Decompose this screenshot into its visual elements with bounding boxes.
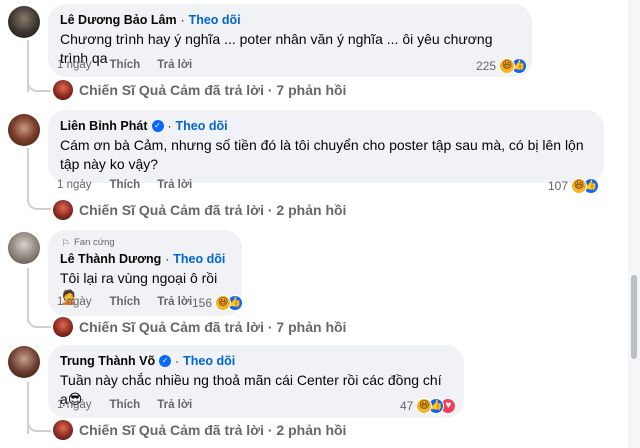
reaction-count: 47 [400,399,414,413]
commenter-name[interactable]: Liên Bỉnh Phát [60,118,148,134]
reaction-count: 225 [476,59,497,73]
view-replies-link[interactable]: Chiến Sĩ Quả Cảm đã trả lời · 7 phản hồi [79,318,346,336]
like-button[interactable]: Thích [110,59,141,71]
view-replies-link[interactable]: Chiến Sĩ Quả Cảm đã trả lời · 7 phản hồi [79,81,346,99]
haha-icon: 😆 [499,58,516,74]
separator-dot: · [175,354,180,368]
view-replies-link[interactable]: Chiến Sĩ Quả Cảm đã trả lời · 2 phản hồi [79,421,346,439]
verified-badge-icon: ✓ [151,120,164,132]
replier-avatar [53,317,73,337]
comment-time[interactable]: 1 ngày [57,179,92,191]
comment-actions: 1 ngày Thích Trả lời [57,296,192,308]
separator-dot: · [180,13,185,27]
view-replies-link[interactable]: Chiến Sĩ Quả Cảm đã trả lời · 2 phản hồi [79,201,346,219]
reply-button[interactable]: Trả lời [157,296,192,308]
commenter-name[interactable]: Lê Thành Dương [60,251,161,267]
reply-button[interactable]: Trả lời [157,399,192,411]
like-button[interactable]: Thích [110,179,141,191]
thread-connector-elbow [27,314,51,328]
thread-connector-elbow [27,418,51,432]
comment-time[interactable]: 1 ngày [57,59,92,71]
follow-button[interactable]: Theo dõi [183,353,235,369]
reaction-count: 156 [192,296,213,310]
separator-dot: · [167,119,172,133]
comment-time[interactable]: 1 ngày [57,399,92,411]
verified-badge-icon: ✓ [159,355,172,367]
comment-actions: 1 ngày Thích Trả lời [57,399,192,411]
haha-icon: 😆 [571,178,588,194]
follow-button[interactable]: Theo dõi [173,251,225,267]
thread-connector [27,148,29,200]
comment-actions: 1 ngày Thích Trả lời [57,179,192,191]
replier-avatar [53,200,73,220]
thread-connector-elbow [27,196,51,210]
like-button[interactable]: Thích [110,296,141,308]
reaction-summary[interactable]: 107 😆 👍 [548,178,600,194]
comment-time[interactable]: 1 ngày [57,296,92,308]
badge-label: Fan cứng [74,237,115,248]
avatar[interactable] [8,232,40,264]
avatar[interactable] [8,114,40,146]
thread-connector-elbow [27,78,51,92]
replier-avatar [53,80,73,100]
reaction-count: 107 [548,179,569,193]
like-button[interactable]: Thích [110,399,141,411]
reaction-summary[interactable]: 225 😆 👍 [476,58,528,74]
comment-bubble: Liên Bỉnh Phát ✓ · Theo dõi Cám ơn bà Cả… [48,110,604,183]
commenter-name[interactable]: Trung Thành Võ [60,353,155,369]
separator-dot: · [165,252,170,266]
commenter-name[interactable]: Lê Dương Bảo Lâm [60,12,177,28]
follow-button[interactable]: Theo dõi [176,118,228,134]
reply-button[interactable]: Trả lời [157,179,192,191]
fan-badge-icon: ⚐ [61,237,70,248]
reaction-summary[interactable]: 156 😆 👍 [192,295,244,311]
comment-thread: Lê Dương Bảo Lâm · Theo dõi Chương trình… [0,0,628,448]
haha-icon: 😆 [215,295,232,311]
top-fan-badge: ⚐ Fan cứng [60,237,230,249]
follow-button[interactable]: Theo dõi [189,12,241,28]
replier-avatar [53,420,73,440]
scrollbar-thumb[interactable] [631,275,637,359]
avatar[interactable] [8,346,40,378]
avatar[interactable] [8,6,40,38]
comment-actions: 1 ngày Thích Trả lời [57,59,192,71]
reply-button[interactable]: Trả lời [157,59,192,71]
reaction-summary[interactable]: 47 😆 👍 ♥ [400,398,457,414]
scrollbar[interactable] [628,0,640,448]
comment-text: Cám ơn bà Cảm, nhưng số tiền đó là tôi c… [60,137,584,172]
